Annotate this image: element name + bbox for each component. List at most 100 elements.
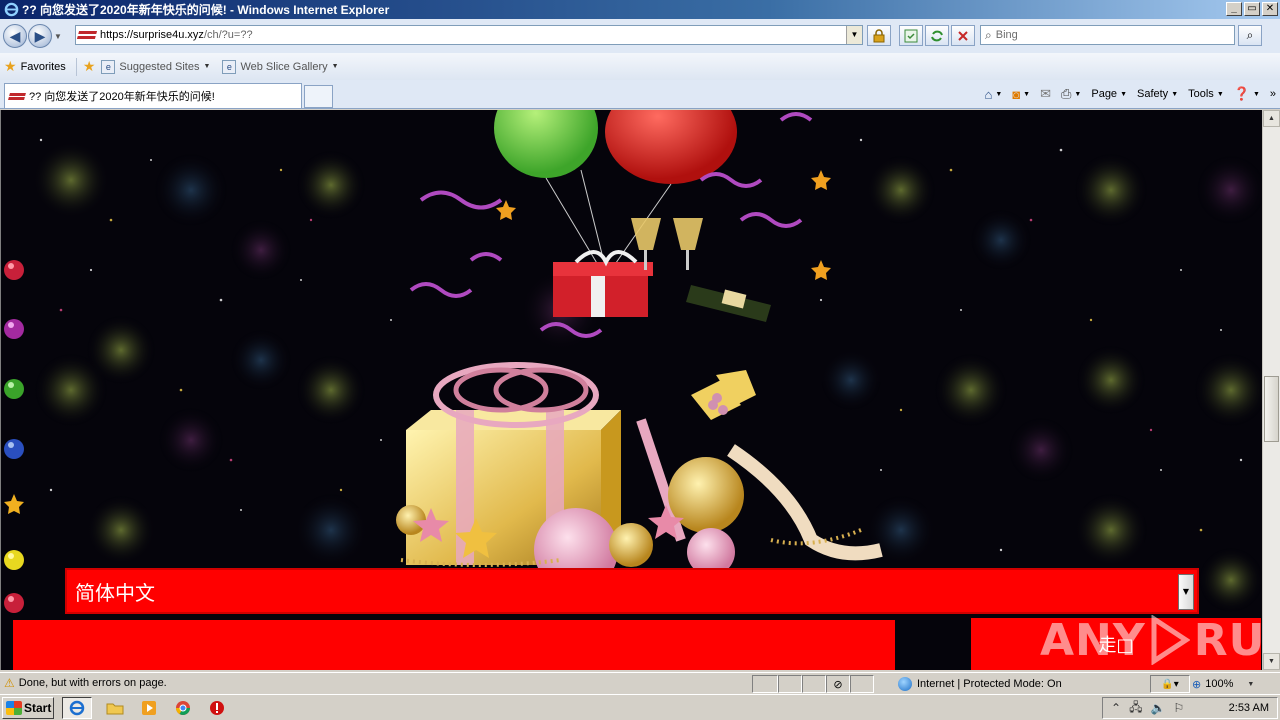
quick-launch — [62, 696, 228, 719]
scroll-thumb[interactable] — [1264, 376, 1279, 442]
clock[interactable]: 2:53 AM — [1229, 702, 1269, 714]
search-placeholder: Bing — [995, 29, 1018, 41]
globe-icon — [898, 677, 912, 691]
page-content: 简体中文 ▼ 走□ — [0, 110, 1262, 670]
status-panel — [778, 675, 802, 693]
tab-strip: ?? 向您发送了2020年新年快乐的问候! ⌂ ▼ ◙ ▼ ✉ ⎙ ▼ Page ▼ S… — [0, 80, 1280, 109]
address-input[interactable]: https://surprise4u.xyz/ch/?u=?? ▼ — [75, 25, 863, 45]
volume-icon[interactable]: 🔈 — [1150, 701, 1165, 715]
chevron-down-icon: ▼ — [331, 63, 339, 70]
tools-menu[interactable]: Tools ▼ — [1188, 88, 1224, 100]
windows-logo-icon — [6, 700, 22, 715]
ie-page-icon: e — [222, 59, 237, 74]
security-zone-label: Internet | Protected Mode: On — [917, 678, 1062, 690]
zoom-icon: ⊕ — [1192, 678, 1202, 691]
search-go-icon[interactable]: ⌕ — [1238, 25, 1262, 46]
window-titlebar: ?? 向您发送了2020年新年快乐的问候! - Windows Internet… — [0, 0, 1280, 19]
print-icon: ⎙ — [1061, 86, 1072, 101]
tools-menu-label: Tools — [1188, 88, 1214, 100]
chevron-down-icon: ▼ — [1247, 680, 1255, 688]
favorites-star-icon: ★ — [4, 58, 17, 74]
help-button[interactable]: ❓ ▼ — [1234, 86, 1260, 102]
zoom-level: 100% — [1205, 678, 1234, 690]
safety-menu-label: Safety — [1137, 88, 1169, 100]
chrome-icon[interactable] — [172, 698, 194, 718]
network-icon[interactable]: 🖧 — [1129, 698, 1142, 719]
favorites-bar: ★ Favorites ★ e Suggested Sites ▼ e Web … — [0, 53, 1280, 80]
print-button[interactable]: ⎙ ▼ — [1061, 86, 1081, 102]
security-zone[interactable]: Internet | Protected Mode: On — [898, 675, 1062, 693]
scroll-up-icon[interactable]: ▲ — [1263, 110, 1280, 127]
minimize-button[interactable]: _ — [1226, 2, 1242, 16]
name-input[interactable] — [13, 620, 895, 670]
status-message: Done, but with errors on page. — [18, 677, 167, 689]
suggested-sites-label: Suggested Sites — [119, 60, 200, 73]
start-button[interactable]: Start — [2, 696, 54, 719]
home-icon: ⌂ — [984, 86, 993, 102]
warning-icon[interactable]: ⚠ — [4, 676, 15, 690]
close-button[interactable]: ✕ — [1262, 2, 1278, 16]
lock-icon[interactable] — [867, 25, 891, 46]
taskbar: Start ⌃ 🖧 🔈 ⚐ 2:53 AM — [0, 694, 1280, 720]
language-select-value: 简体中文 — [75, 580, 155, 605]
address-dropdown-icon[interactable]: ▼ — [846, 26, 862, 44]
search-icon: ⌕ — [985, 27, 992, 42]
stop-sign-icon[interactable] — [206, 698, 228, 718]
window-title: ?? 向您发送了2020年新年快乐的问候! - Windows Internet… — [22, 3, 390, 17]
site-favicon-icon — [76, 31, 98, 39]
address-toolbar: ◀ ▶ ▼ https://surprise4u.xyz/ch/?u=?? ▼ … — [0, 19, 1280, 53]
popup-blocker-icon[interactable]: ⊘ — [826, 675, 850, 693]
ie-taskbar-icon[interactable] — [62, 696, 92, 719]
command-bar: ⌂ ▼ ◙ ▼ ✉ ⎙ ▼ Page ▼ Safety ▼ Tools ▼ ❓ ▼ » — [985, 84, 1280, 104]
start-label: Start — [24, 700, 52, 715]
rss-icon: ◙ — [1012, 86, 1021, 102]
back-button[interactable]: ◀ — [3, 24, 27, 48]
favorites-button[interactable]: ★ Favorites — [4, 58, 66, 75]
favorites-divider — [75, 57, 77, 76]
web-slice-gallery-link[interactable]: e Web Slice Gallery ▼ — [222, 59, 339, 74]
ie-page-icon: e — [101, 59, 116, 74]
system-tray: ⌃ 🖧 🔈 ⚐ 2:53 AM — [1102, 697, 1278, 719]
stop-icon[interactable] — [951, 25, 975, 46]
url-path: /ch/?u=?? — [203, 29, 253, 41]
maximize-button[interactable]: ▭ — [1244, 2, 1260, 16]
forward-button[interactable]: ▶ — [28, 24, 52, 48]
help-icon: ❓ — [1233, 86, 1250, 101]
tab-active[interactable]: ?? 向您发送了2020年新年快乐的问候! — [4, 83, 302, 108]
refresh-icon[interactable] — [925, 25, 949, 46]
feeds-button[interactable]: ◙ ▼ — [1012, 87, 1030, 102]
search-input[interactable]: ⌕ Bing — [980, 25, 1235, 45]
favorites-label: Favorites — [20, 60, 66, 73]
read-mail-button[interactable]: ✉ — [1040, 86, 1051, 102]
suggested-sites-link[interactable]: e Suggested Sites ▼ — [101, 59, 211, 74]
ie-logo-icon — [3, 2, 19, 18]
safety-menu[interactable]: Safety ▼ — [1137, 88, 1178, 100]
web-slice-gallery-label: Web Slice Gallery — [240, 60, 328, 73]
compatibility-view-icon[interactable] — [899, 25, 923, 46]
protected-mode-icon[interactable]: 🔒▾ — [1150, 675, 1190, 693]
page-menu[interactable]: Page ▼ — [1091, 88, 1127, 100]
flag-icon[interactable]: ⚐ — [1173, 701, 1184, 715]
tray-expand-icon[interactable]: ⌃ — [1111, 701, 1121, 715]
mail-icon: ✉ — [1040, 86, 1052, 101]
page-menu-label: Page — [1091, 88, 1118, 100]
add-favorite-icon[interactable]: ★ — [83, 58, 96, 75]
status-panel — [802, 675, 826, 693]
chevron-down-icon[interactable]: ▼ — [1178, 574, 1194, 610]
home-button[interactable]: ⌂ ▼ — [985, 87, 1003, 102]
history-dropdown-icon[interactable]: ▼ — [54, 32, 64, 41]
url-main: https://surprise4u.xyz — [100, 29, 204, 41]
status-panel — [752, 675, 778, 693]
folder-icon[interactable] — [104, 698, 126, 718]
vertical-scrollbar[interactable]: ▲ ▼ — [1262, 110, 1280, 670]
chevron-right-icon[interactable]: » — [1270, 88, 1276, 100]
zoom-control[interactable]: ⊕ 100% ▼ — [1192, 675, 1254, 693]
media-player-icon[interactable] — [138, 698, 160, 718]
chevron-down-icon: ▼ — [203, 63, 211, 70]
tab-title: ?? 向您发送了2020年新年快乐的问候! — [29, 91, 215, 103]
scroll-down-icon[interactable]: ▼ — [1263, 653, 1280, 670]
language-select[interactable]: 简体中文 ▼ — [65, 568, 1199, 614]
status-bar: ⚠ Done, but with errors on page. ⊘ Inter… — [0, 672, 1280, 693]
new-tab-button[interactable] — [304, 85, 333, 108]
go-button[interactable]: 走□ — [971, 618, 1261, 670]
